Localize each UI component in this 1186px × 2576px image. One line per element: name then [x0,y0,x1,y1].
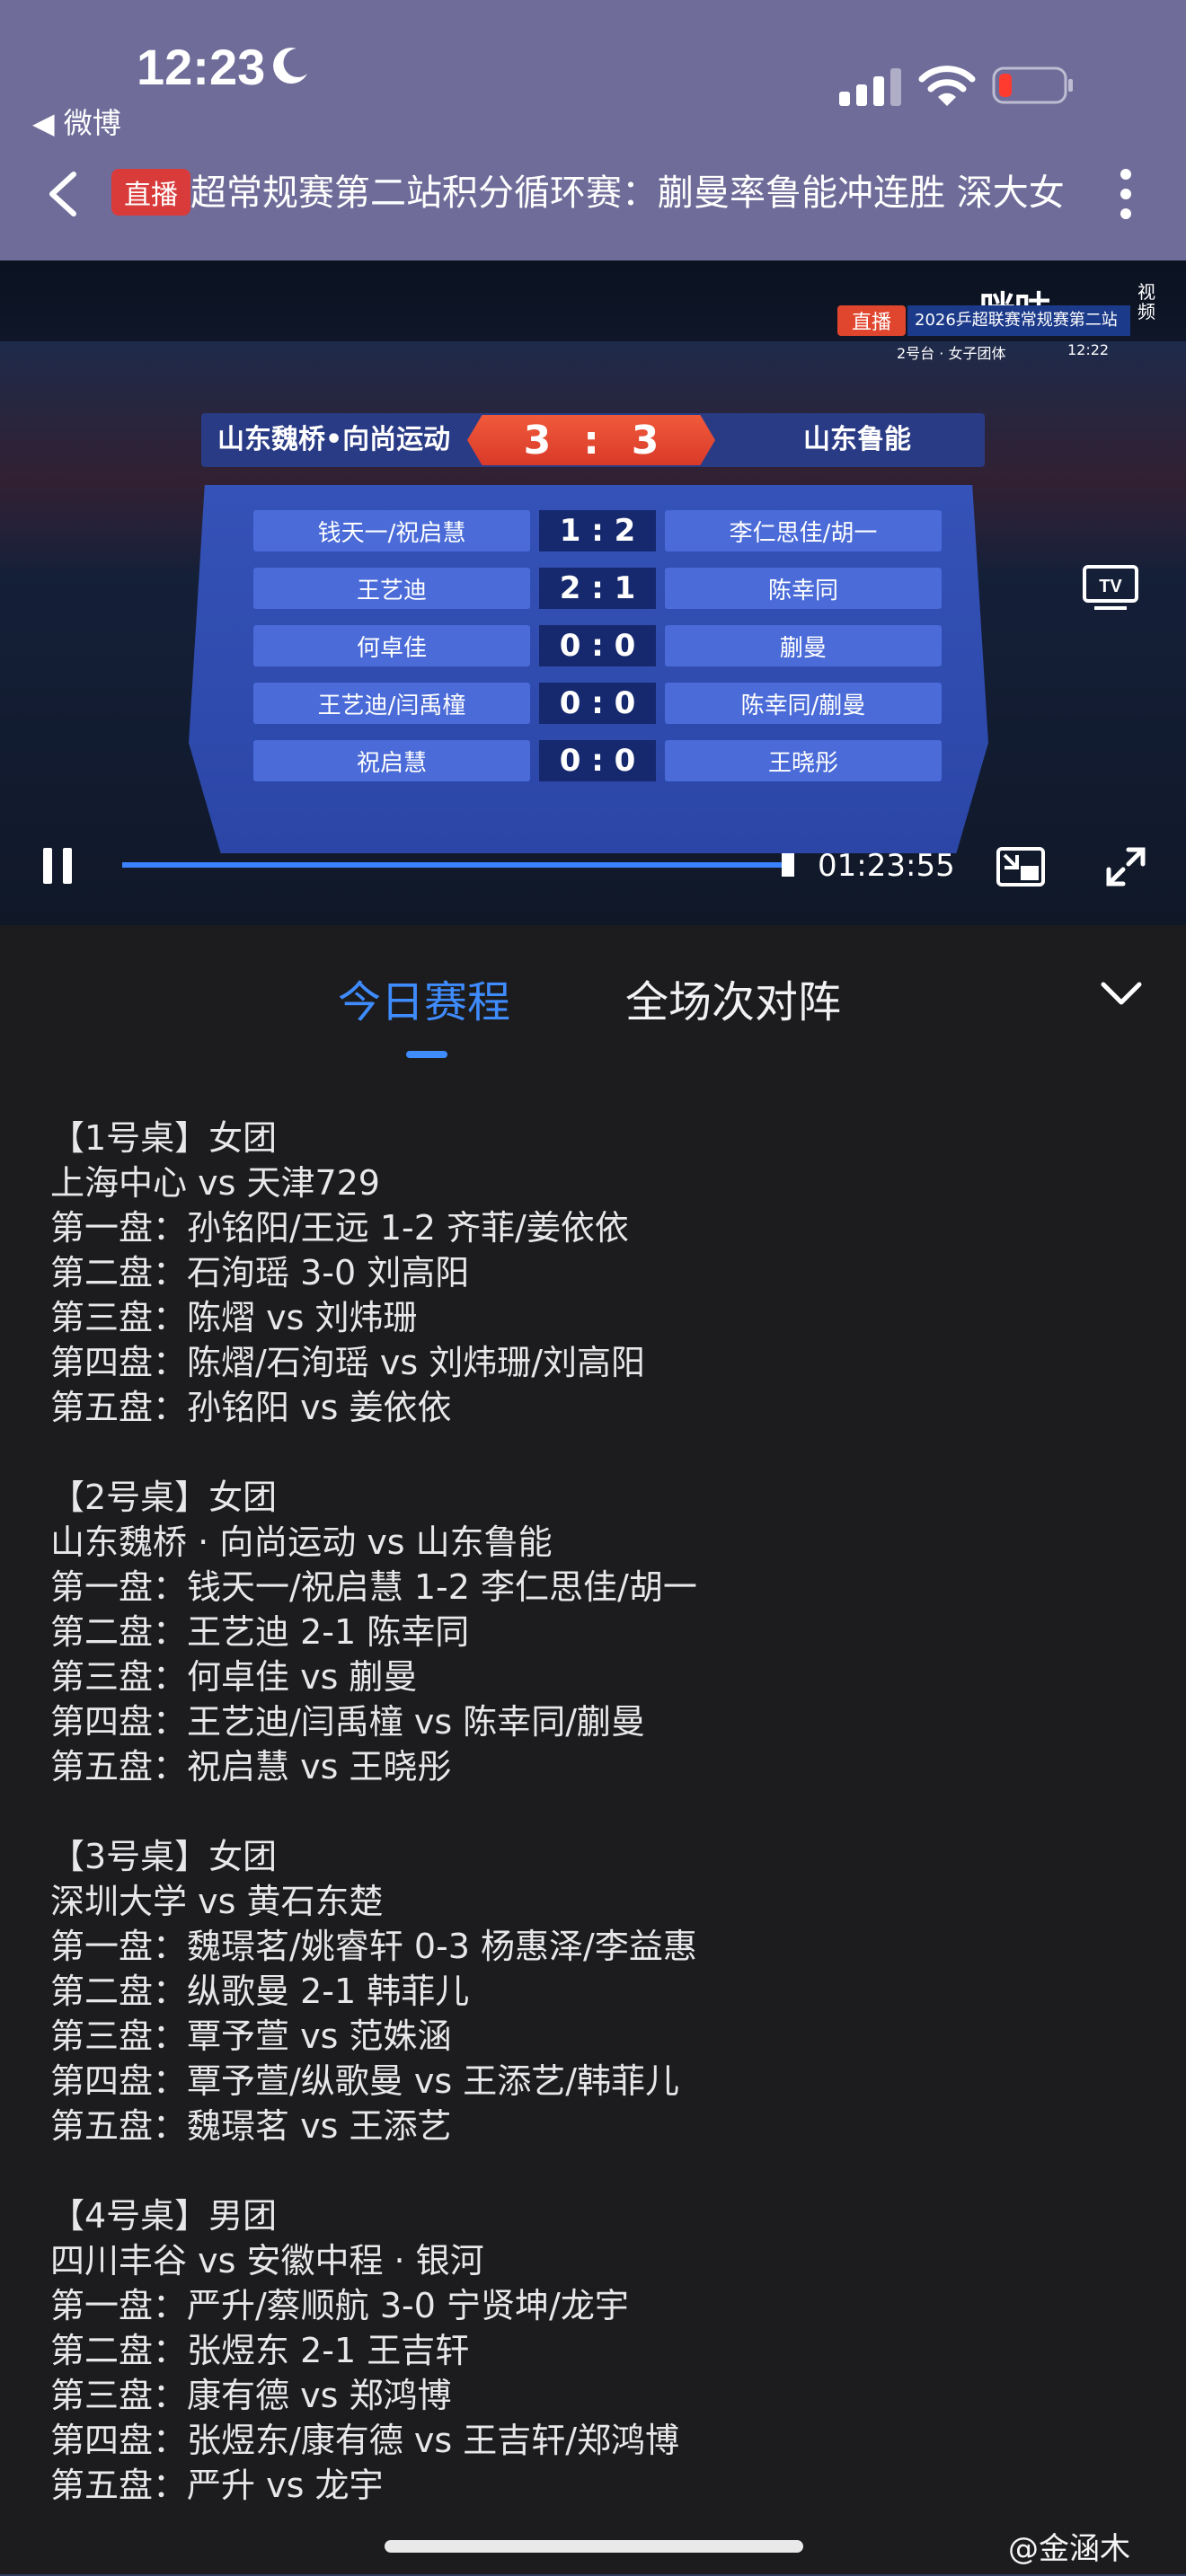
schedule-line: 第三盘：陈熠 vs 刘炜珊 [50,1298,418,1337]
svg-text:TV: TV [1099,577,1122,596]
match-left-player: 钱天一/祝启慧 [253,510,530,551]
schedule-line: 第五盘：祝启慧 vs 王晓彤 [50,1747,452,1786]
elapsed-time: 01:23:55 [818,848,955,884]
video-player[interactable]: 咪咕 视频 直播 2026乒超联赛常规赛第二站 2号台 · 女子团体 12:22… [0,260,1186,925]
schedule-line: 第二盘：王艺迪 2-1 陈幸同 [50,1612,470,1652]
schedule-line: 第四盘：陈熠/石洵瑶 vs 刘炜珊/刘高阳 [50,1343,646,1382]
tab-today-schedule[interactable]: 今日赛程 [338,966,510,1029]
migu-logo-sub: 视频 [1137,281,1155,322]
score-separator: : [583,417,599,463]
live-badge: 直播 [111,169,190,216]
schedule-line: 深圳大学 vs 黄石东楚 [50,1882,384,1921]
match-list: 钱天一/祝启慧 1 : 2 李仁思佳/胡一 王艺迪 2 : 1 陈幸同 何卓佳 … [189,485,988,853]
team-right: 山东鲁能 [803,424,911,455]
match-left-player: 祝启慧 [253,740,530,781]
schedule-line: 第一盘：严升/蔡顺航 3-0 宁贤坤/龙宇 [50,2286,629,2325]
back-chevron-icon[interactable] [45,171,81,217]
match-score: 1 : 2 [539,510,656,551]
schedule-line: 第二盘：纵歌曼 2-1 韩菲儿 [50,1972,470,2011]
top-header: 12:23 ◀ 微博 直播 超常规赛第二站积分循环赛：蒯曼率鲁能冲连胜 深大女 [0,0,1186,260]
broadcast-time: 12:22 [1067,341,1110,358]
weibo-watermark: @金涵木 [1008,2531,1130,2567]
pause-icon[interactable] [40,846,75,886]
schedule-line: 第三盘：康有德 vs 郑鸿博 [50,2376,452,2415]
schedule-line: 【2号桌】女团 [50,1478,278,1517]
match-score: 2 : 1 [539,568,656,609]
match-left-player: 王艺迪/闫禹橦 [253,683,530,724]
more-vertical-icon[interactable] [1116,167,1136,221]
schedule-line: 第五盘：孙铭阳 vs 姜依依 [50,1388,452,1427]
schedule-group: 【2号桌】女团 山东魏桥 · 向尚运动 vs 山东鲁能 第一盘：钱天一/祝启慧 … [50,1475,1146,1789]
schedule-line: 第三盘：覃予萱 vs 范姝涵 [50,2016,452,2056]
broadcast-live-badge: 直播 [837,305,906,336]
schedule-line: 第一盘：魏璟茗/姚睿轩 0-3 杨惠泽/李益惠 [50,1927,697,1966]
status-time: 12:23 [137,39,266,95]
match-left-player: 何卓佳 [253,625,530,666]
score-left: 3 [523,417,552,463]
match-row: 王艺迪 2 : 1 陈幸同 [253,568,942,609]
schedule-group: 【3号桌】女团 深圳大学 vs 黄石东楚 第一盘：魏璟茗/姚睿轩 0-3 杨惠泽… [50,1834,1146,2148]
schedule-line: 第二盘：石洵瑶 3-0 刘高阳 [50,1253,470,1292]
chevron-down-icon[interactable] [1100,981,1143,1008]
back-to-app-link[interactable]: ◀ 微博 [32,101,121,142]
tv-icon[interactable]: TV [1082,564,1139,613]
schedule-line: 第三盘：何卓佳 vs 蒯曼 [50,1657,418,1697]
progress-fill [122,862,786,868]
schedule-line: 上海中心 vs 天津729 [50,1163,380,1203]
match-right-player: 李仁思佳/胡一 [665,510,942,551]
match-right-player: 陈幸同 [665,568,942,609]
match-score: 0 : 0 [539,683,656,724]
moon-icon [273,48,307,84]
scoreboard: 山东魏桥•向尚运动 3 : 3 山东鲁能 [201,413,985,467]
broadcast-title: 2026乒超联赛常规赛第二站 [907,305,1130,336]
progress-handle[interactable] [782,853,794,877]
page-title: 超常规赛第二站积分循环赛：蒯曼率鲁能冲连胜 深大女 [190,172,1065,214]
team-left: 山东魏桥•向尚运动 [217,424,451,455]
schedule-line: 第四盘：覃予萱/纵歌曼 vs 王添艺/韩菲儿 [50,2061,680,2101]
schedule-line: 第五盘：魏璟茗 vs 王添艺 [50,2106,452,2146]
schedule-line: 第四盘：王艺迪/闫禹橦 vs 陈幸同/蒯曼 [50,1702,646,1742]
schedule-line: 山东魏桥 · 向尚运动 vs 山东鲁能 [50,1522,553,1562]
schedule-line: 第一盘：钱天一/祝启慧 1-2 李仁思佳/胡一 [50,1567,697,1607]
schedule-line: 第二盘：张煜东 2-1 王吉轩 [50,2331,470,2370]
schedule-list: 【1号桌】女团 上海中心 vs 天津729 第一盘：孙铭阳/王远 1-2 齐菲/… [50,1116,1146,2553]
schedule-line: 【3号桌】女团 [50,1837,278,1876]
signal-icon [839,68,901,106]
schedule-line: 第四盘：张煜东/康有德 vs 王吉轩/郑鸿博 [50,2421,680,2460]
match-left-player: 王艺迪 [253,568,530,609]
schedule-group: 【4号桌】男团 四川丰谷 vs 安徽中程 · 银河 第一盘：严升/蔡顺航 3-0… [50,2193,1146,2508]
schedule-group: 【1号桌】女团 上海中心 vs 天津729 第一盘：孙铭阳/王远 1-2 齐菲/… [50,1116,1146,1430]
match-row: 何卓佳 0 : 0 蒯曼 [253,625,942,666]
schedule-line: 四川丰谷 vs 安徽中程 · 银河 [50,2241,484,2280]
wifi-icon [918,66,976,106]
total-score: 3 : 3 [467,415,715,465]
battery-icon [992,66,1073,104]
broadcast-table: 2号台 · 女子团体 [897,345,1006,362]
match-row: 王艺迪/闫禹橦 0 : 0 陈幸同/蒯曼 [253,683,942,724]
schedule-line: 【4号桌】男团 [50,2196,278,2236]
schedule-line: 第一盘：孙铭阳/王远 1-2 齐菲/姜依依 [50,1208,629,1248]
tab-underline [406,1051,447,1058]
score-right: 3 [631,417,659,463]
tab-all-matchups[interactable]: 全场次对阵 [625,966,841,1029]
match-right-player: 陈幸同/蒯曼 [665,683,942,724]
schedule-panel: 今日赛程 全场次对阵 【1号桌】女团 上海中心 vs 天津729 第一盘：孙铭阳… [0,925,1186,2576]
match-row: 祝启慧 0 : 0 王晓彤 [253,740,942,781]
schedule-line: 【1号桌】女团 [50,1118,278,1158]
home-indicator [385,2540,803,2553]
fullscreen-icon[interactable] [1105,846,1146,887]
match-score: 0 : 0 [539,740,656,781]
match-right-player: 王晓彤 [665,740,942,781]
schedule-line: 第五盘：严升 vs 龙宇 [50,2466,384,2505]
match-right-player: 蒯曼 [665,625,942,666]
match-score: 0 : 0 [539,625,656,666]
match-row: 钱天一/祝启慧 1 : 2 李仁思佳/胡一 [253,510,942,551]
pip-icon[interactable] [996,846,1046,887]
